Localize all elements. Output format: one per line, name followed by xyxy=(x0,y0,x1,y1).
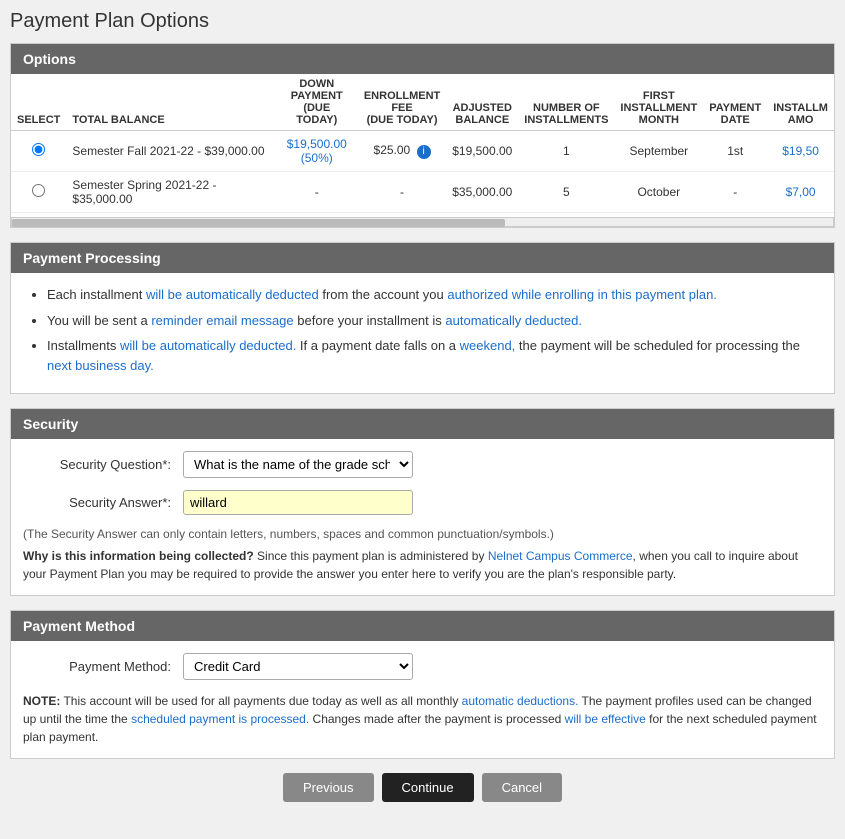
table-row: Semester Fall 2021-22 - $39,000.00 $19,5… xyxy=(11,131,834,172)
payment-method-section: Payment Method Payment Method: Credit Ca… xyxy=(10,610,835,759)
col-adjusted-balance: ADJUSTEDBALANCE xyxy=(446,74,518,131)
row1-description: Semester Fall 2021-22 - $39,000.00 xyxy=(66,131,275,172)
row2-installment-amount: $7,00 xyxy=(767,172,834,213)
previous-button[interactable]: Previous xyxy=(283,773,374,802)
row2-description: Semester Spring 2021-22 - $35,000.00 xyxy=(66,172,275,213)
scheduled-highlight: scheduled payment is processed. xyxy=(131,712,309,726)
payment-note: NOTE: This account will be used for all … xyxy=(23,692,822,746)
list-item: Installments will be automatically deduc… xyxy=(47,336,822,375)
payment-method-select[interactable]: Credit Card Bank Account xyxy=(183,653,413,680)
security-why-label: Why is this information being collected? xyxy=(23,549,254,563)
payment-processing-body: Each installment will be automatically d… xyxy=(11,273,834,393)
col-installment-amount: INSTALLMAMO xyxy=(767,74,834,131)
auto-deductions-highlight: automatic deductions. xyxy=(462,694,579,708)
effective-highlight: will be effective xyxy=(565,712,646,726)
highlight: weekend, xyxy=(460,338,516,353)
list-item: You will be sent a reminder email messag… xyxy=(47,311,822,331)
highlight: will be automatically deducted xyxy=(146,287,319,302)
row2-adjusted-balance: $35,000.00 xyxy=(446,172,518,213)
row2-payment-date: - xyxy=(703,172,767,213)
security-question-row: Security Question*: What is the name of … xyxy=(23,451,822,478)
payment-method-body: Payment Method: Credit Card Bank Account… xyxy=(11,641,834,758)
table-scrollbar[interactable] xyxy=(11,217,834,227)
highlight: will be automatically deducted. xyxy=(120,338,296,353)
payment-method-label: Payment Method: xyxy=(23,659,183,674)
col-enrollment-fee: ENROLLMENTFEE(DUE TODAY) xyxy=(358,74,446,131)
security-answer-label: Security Answer*: xyxy=(23,495,183,510)
payment-method-row: Payment Method: Credit Card Bank Account xyxy=(23,653,822,680)
row1-first-month: September xyxy=(614,131,703,172)
row1-radio[interactable] xyxy=(32,143,45,156)
highlight: authorized xyxy=(447,287,508,302)
highlight: reminder email message xyxy=(151,313,293,328)
options-header: Options xyxy=(11,44,834,74)
nelnet-link[interactable]: Nelnet Campus Commerce xyxy=(488,549,633,563)
row2-radio[interactable] xyxy=(32,184,45,197)
processing-list: Each installment will be automatically d… xyxy=(23,285,822,375)
note-text: This account will be used for all paymen… xyxy=(23,694,817,744)
footer-buttons: Previous Continue Cancel xyxy=(10,773,835,802)
payment-processing-section: Payment Processing Each installment will… xyxy=(10,242,835,394)
row2-first-month: October xyxy=(614,172,703,213)
col-num-installments: NUMBER OFINSTALLMENTS xyxy=(518,74,614,131)
row1-num-installments: 1 xyxy=(518,131,614,172)
row2-enrollment-fee: - xyxy=(358,172,446,213)
info-icon[interactable]: i xyxy=(417,145,431,159)
col-select: SELECT xyxy=(11,74,66,131)
security-why: Why is this information being collected?… xyxy=(23,547,822,583)
col-down-payment: DOWNPAYMENT(DUE TODAY) xyxy=(276,74,358,131)
highlight: next business day. xyxy=(47,358,154,373)
security-question-label: Security Question*: xyxy=(23,457,183,472)
security-why-intro: Since this payment plan is administered … xyxy=(257,549,488,563)
row1-enrollment-fee: $25.00 i xyxy=(358,131,446,172)
table-row: Semester Spring 2021-22 - $35,000.00 - -… xyxy=(11,172,834,213)
note-prefix: NOTE: xyxy=(23,694,60,708)
security-section: Security Security Question*: What is the… xyxy=(10,408,835,596)
row1-select[interactable] xyxy=(11,131,66,172)
security-answer-input[interactable] xyxy=(183,490,413,515)
highlight: automatically deducted. xyxy=(445,313,582,328)
row1-down-payment: $19,500.00(50%) xyxy=(276,131,358,172)
security-body: Security Question*: What is the name of … xyxy=(11,439,834,595)
payment-processing-header: Payment Processing xyxy=(11,243,834,273)
security-answer-row: Security Answer*: xyxy=(23,490,822,515)
continue-button[interactable]: Continue xyxy=(382,773,474,802)
row1-adjusted-balance: $19,500.00 xyxy=(446,131,518,172)
page-title: Payment Plan Options xyxy=(10,10,835,33)
col-total-balance: TOTAL BALANCE xyxy=(66,74,275,131)
payment-method-header: Payment Method xyxy=(11,611,834,641)
col-payment-date: PAYMENTDATE xyxy=(703,74,767,131)
list-item: Each installment will be automatically d… xyxy=(47,285,822,305)
highlight: while enrolling in this payment plan. xyxy=(512,287,717,302)
row2-select[interactable] xyxy=(11,172,66,213)
cancel-button[interactable]: Cancel xyxy=(482,773,562,802)
options-table-wrapper: SELECT TOTAL BALANCE DOWNPAYMENT(DUE TOD… xyxy=(11,74,834,213)
options-section: Options SELECT TOTAL BALANCE DOWNPAYMENT… xyxy=(10,43,835,228)
row1-payment-date: 1st xyxy=(703,131,767,172)
options-table: SELECT TOTAL BALANCE DOWNPAYMENT(DUE TOD… xyxy=(11,74,834,213)
security-note: (The Security Answer can only contain le… xyxy=(23,527,822,541)
row1-installment-amount: $19,50 xyxy=(767,131,834,172)
security-question-select[interactable]: What is the name of the grade school yo … xyxy=(183,451,413,478)
row2-num-installments: 5 xyxy=(518,172,614,213)
col-first-month: FIRSTINSTALLMENTMONTH xyxy=(614,74,703,131)
security-header: Security xyxy=(11,409,834,439)
row2-down-payment: - xyxy=(276,172,358,213)
